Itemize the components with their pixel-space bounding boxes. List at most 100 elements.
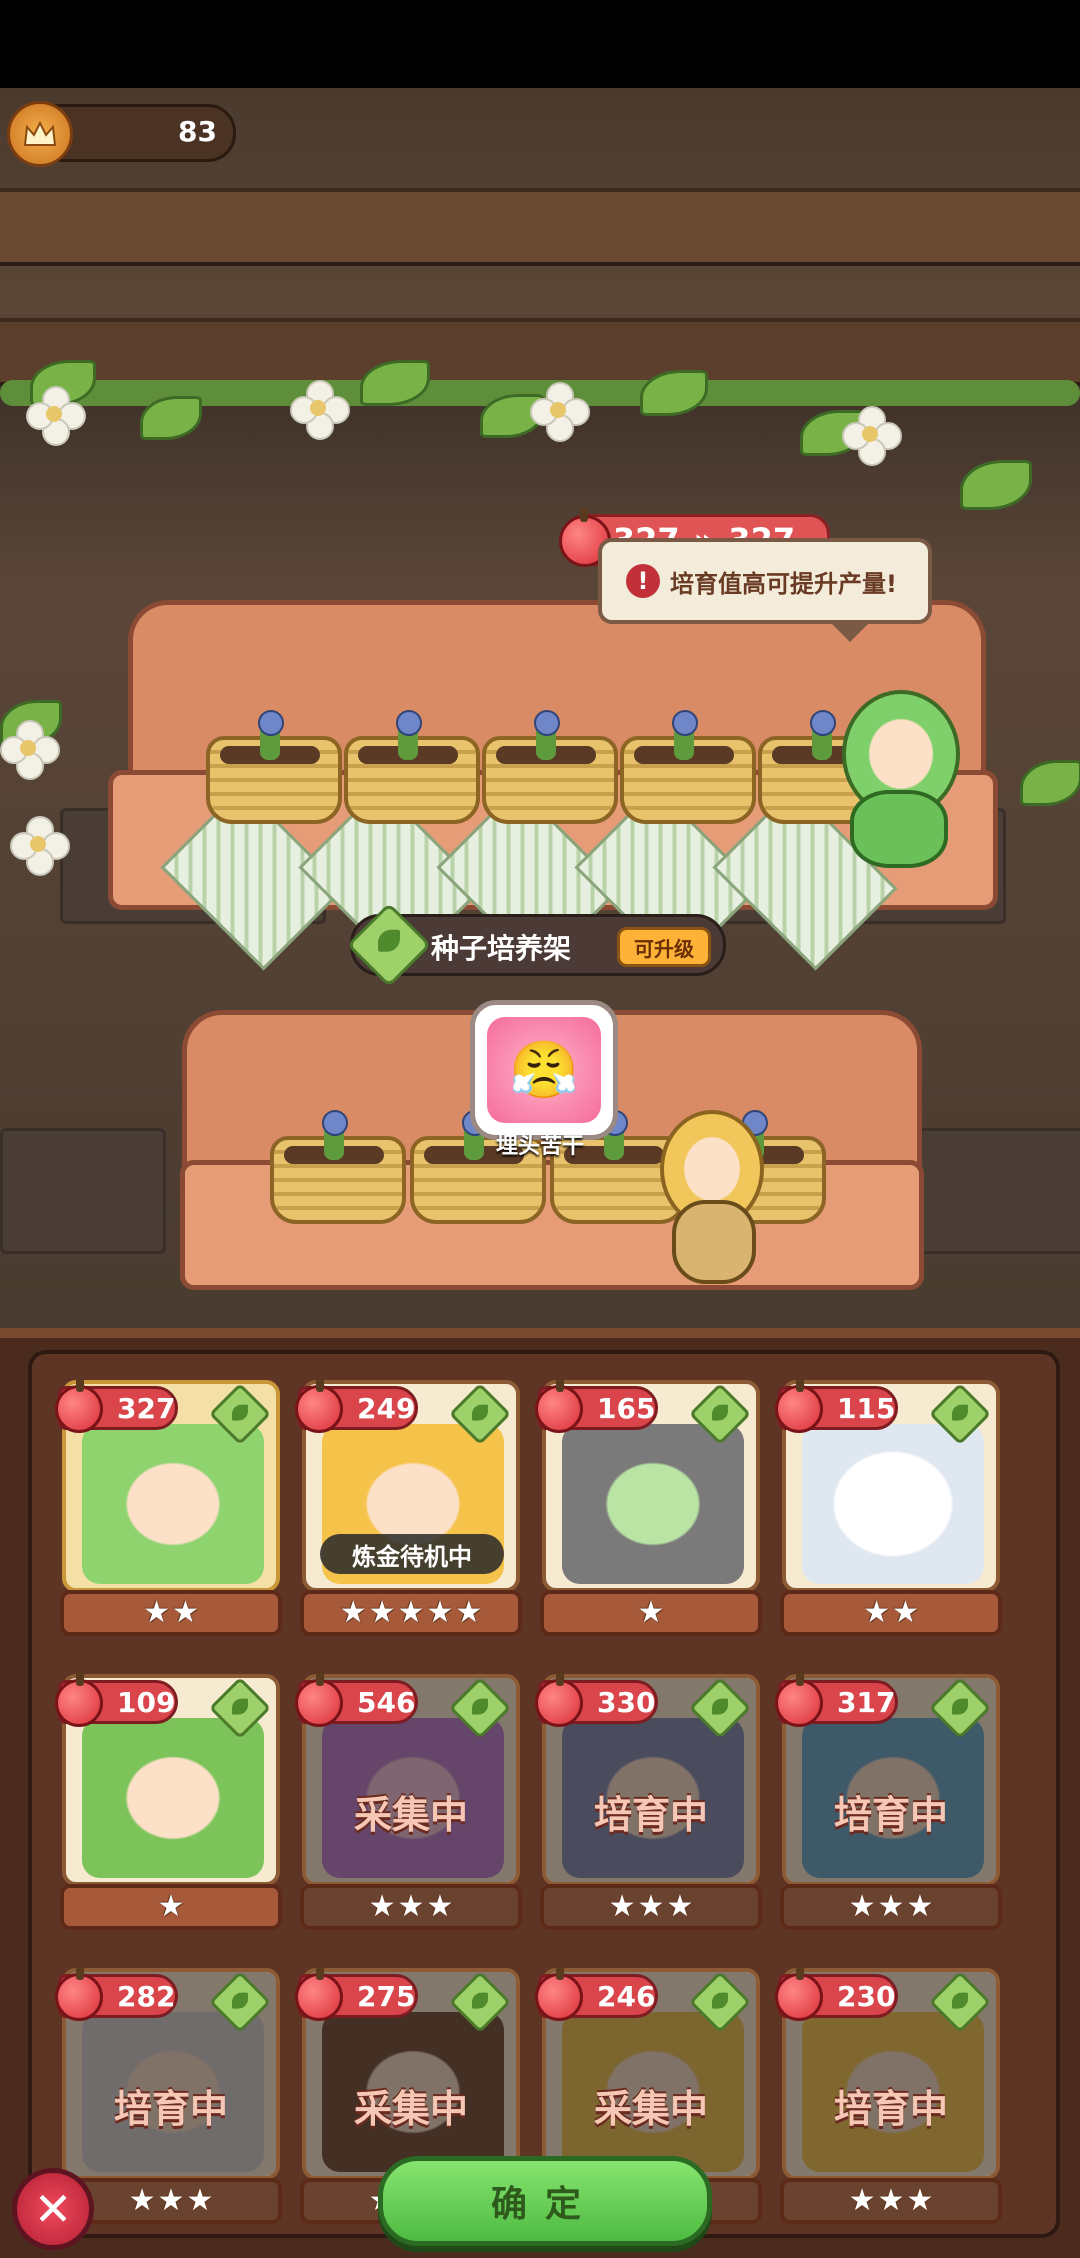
character-portrait <box>82 1424 264 1584</box>
growth-value: 230 <box>837 1979 896 2013</box>
star-icon: ★ <box>863 1595 890 1630</box>
growth-value-badge: 230 <box>775 1966 899 2021</box>
apple-icon <box>55 1966 103 2021</box>
character-card[interactable]: 546 采集中 ★ ★ ★ <box>295 1672 522 1930</box>
busy-status: 培育中 <box>833 2087 948 2131</box>
star-rating: ★★★ <box>540 1884 762 1930</box>
star-rating: ★ ★ ★ ★ ★ <box>300 1590 522 1636</box>
star-icon: ★ <box>426 1595 454 1630</box>
character-card[interactable]: 282 培育中 ★ ★ ★ <box>55 1966 282 2224</box>
angry-face-icon: 😤 <box>487 1017 601 1123</box>
close-button[interactable]: ✕ <box>12 2168 94 2250</box>
growth-value-badge: 115 <box>775 1378 899 1433</box>
flower <box>0 720 60 780</box>
star-icon: ★ <box>368 1889 396 1924</box>
apple-icon <box>535 1672 583 1727</box>
character-body <box>850 790 948 868</box>
flower <box>530 382 590 442</box>
character-card[interactable]: 330 培育中 ★ ★ ★ <box>535 1672 762 1930</box>
character-card[interactable]: 317 培育中 ★ ★ ★ <box>775 1672 1002 1930</box>
currency-value: 83 <box>178 115 217 148</box>
wall-brick <box>0 1128 166 1254</box>
growth-value-badge: 330 <box>535 1672 659 1727</box>
growth-value: 282 <box>117 1979 176 2013</box>
growth-value: 275 <box>357 1979 416 2013</box>
seed-pot[interactable] <box>206 710 342 824</box>
character-portrait <box>82 1718 264 1878</box>
skill-icon[interactable]: 😤 <box>470 1000 618 1140</box>
seed-pot[interactable] <box>270 1110 406 1224</box>
apple-icon <box>295 1966 343 2021</box>
star-icon: ★ <box>877 2183 905 2218</box>
star-icon: ★ <box>368 1595 396 1630</box>
seed-pot[interactable] <box>482 710 618 824</box>
growth-value-badge: 246 <box>535 1966 659 2021</box>
character-portrait <box>802 1424 984 1584</box>
growth-value: 330 <box>597 1685 656 1719</box>
growth-value-badge: 282 <box>55 1966 179 2021</box>
wood-beam <box>0 188 1080 266</box>
star-rating: ★★★ <box>300 1884 522 1930</box>
flower <box>26 386 86 446</box>
busy-status: 采集中 <box>353 1793 468 1837</box>
star-icon: ★ <box>397 1595 425 1630</box>
apple-icon <box>535 1966 583 2021</box>
flower <box>290 380 350 440</box>
growth-value: 546 <box>357 1685 416 1719</box>
star-icon: ★ <box>877 1889 905 1924</box>
star-rating: ★★★ <box>780 2178 1002 2224</box>
character-card[interactable]: 327 ★ ★ <box>55 1378 282 1636</box>
star-rating: ★ ★ <box>60 1590 282 1636</box>
star-icon: ★ <box>608 1889 636 1924</box>
growth-value: 317 <box>837 1685 896 1719</box>
wall-brick <box>900 1128 1080 1254</box>
star-icon: ★ <box>637 1889 665 1924</box>
seed-pot[interactable] <box>620 710 756 824</box>
apple-icon <box>55 1378 103 1433</box>
star-icon: ★ <box>339 1595 367 1630</box>
character-portrait <box>562 1424 744 1584</box>
star-icon: ★ <box>848 1889 876 1924</box>
shelf-label[interactable]: 种子培养架 可升级 <box>346 902 726 988</box>
character-card[interactable]: 165 ★ <box>535 1378 762 1636</box>
busy-status: 采集中 <box>353 2087 468 2131</box>
character-card[interactable]: 115 ★ ★ <box>775 1378 1002 1636</box>
growth-value-badge: 249 <box>295 1378 419 1433</box>
busy-status: 采集中 <box>593 2087 708 2131</box>
upgrade-button[interactable]: 可升级 <box>617 927 711 967</box>
star-rating: ★ <box>60 1884 282 1930</box>
star-icon: ★ <box>128 2183 156 2218</box>
apple-icon <box>295 1378 343 1433</box>
star-icon: ★ <box>157 2183 185 2218</box>
busy-status: 培育中 <box>593 1793 708 1837</box>
wood-beam <box>0 318 1080 386</box>
character-card[interactable]: 249 炼金待机中 ★ ★ ★ ★ ★ <box>295 1378 522 1636</box>
apple-icon <box>295 1672 343 1727</box>
crown-currency: 83 <box>7 101 236 167</box>
star-icon: ★ <box>143 1595 170 1630</box>
apple-icon <box>55 1672 103 1727</box>
star-rating: ★★★ <box>780 1884 1002 1930</box>
star-rating: ★ <box>540 1590 762 1636</box>
growth-value: 246 <box>597 1979 656 2013</box>
character-card[interactable]: 230 培育中 ★ ★ ★ <box>775 1966 1002 2224</box>
star-rating: ★ ★ <box>780 1590 1002 1636</box>
apple-icon <box>775 1672 823 1727</box>
star-icon: ★ <box>397 1889 425 1924</box>
star-icon: ★ <box>637 1595 665 1630</box>
star-icon: ★ <box>848 2183 876 2218</box>
character-card[interactable]: 109 ★ <box>55 1672 282 1930</box>
apple-icon <box>535 1378 583 1433</box>
confirm-button[interactable]: 确定 <box>378 2156 712 2246</box>
growth-value: 249 <box>357 1391 416 1425</box>
apple-icon <box>775 1966 823 2021</box>
star-icon: ★ <box>426 1889 454 1924</box>
growth-value: 165 <box>597 1391 656 1425</box>
busy-status: 培育中 <box>833 1793 948 1837</box>
star-icon: ★ <box>906 1889 934 1924</box>
growth-value-badge: 109 <box>55 1672 179 1727</box>
status-bar <box>0 0 1080 88</box>
skill-label: 埋头苦干 <box>495 1134 584 1159</box>
growth-value-badge: 546 <box>295 1672 419 1727</box>
seed-pot[interactable] <box>344 710 480 824</box>
